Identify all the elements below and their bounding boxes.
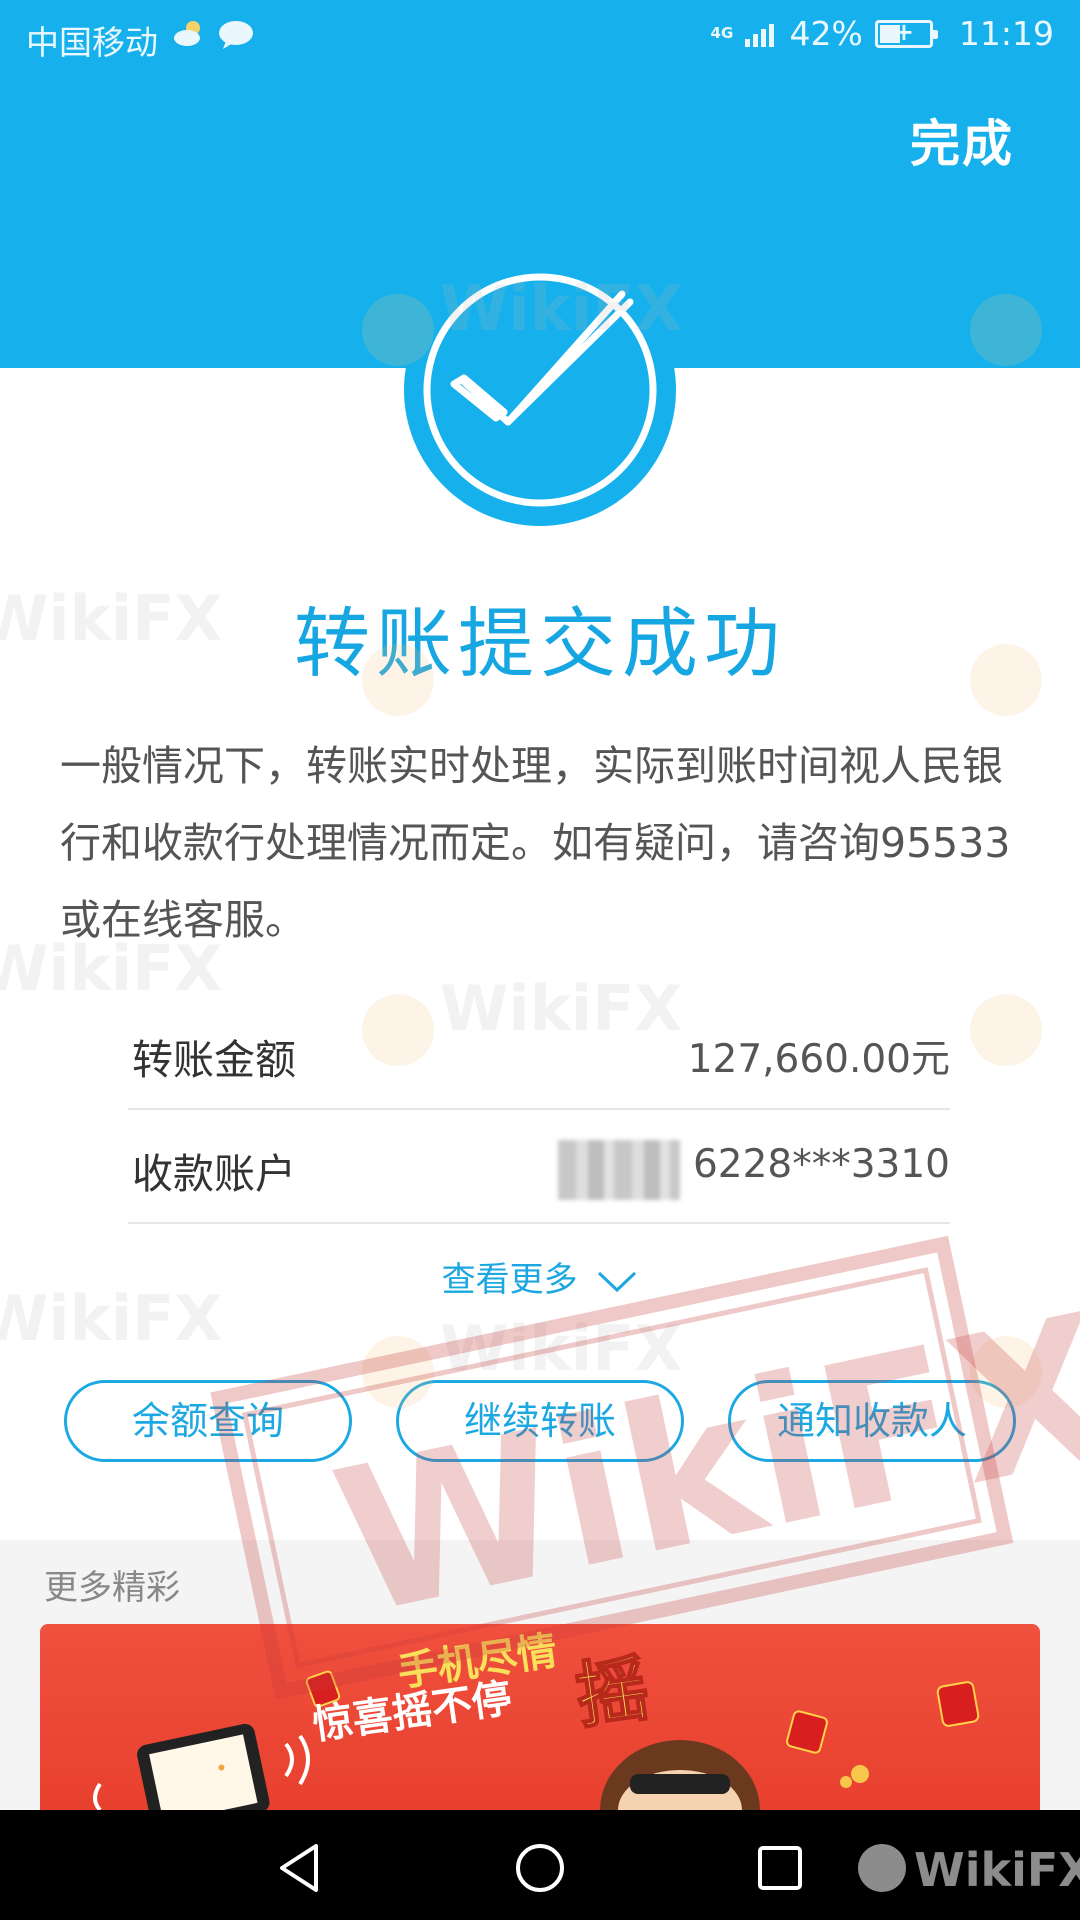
carrier-name: 中国移动 xyxy=(26,23,158,62)
back-icon[interactable] xyxy=(272,1840,328,1896)
network-type: 4G xyxy=(710,24,734,42)
more-section: 更多精彩 手机尽情 惊喜摇不停 摇 xyxy=(0,1540,1080,1810)
recent-apps-icon[interactable] xyxy=(752,1840,808,1896)
account-row: 收款账户 6228***3310 xyxy=(128,1110,950,1224)
promo-banner[interactable]: 手机尽情 惊喜摇不停 摇 xyxy=(40,1624,1040,1810)
action-buttons: 余额查询 继续转账 通知收款人 xyxy=(64,1380,1016,1462)
result-title: 转账提交成功 xyxy=(294,599,786,688)
account-value: 6228***3310 xyxy=(692,1142,950,1187)
amount-label: 转账金额 xyxy=(132,1036,296,1084)
clock: 11:19 xyxy=(958,14,1054,53)
amount-row: 转账金额 127,660.00元 xyxy=(128,996,950,1110)
svg-text:WikiFX: WikiFX xyxy=(440,1312,682,1385)
navigation-bar xyxy=(0,1810,1080,1920)
blurred-payee-name xyxy=(558,1140,680,1200)
banner-big-char: 摇 xyxy=(571,1646,654,1739)
home-icon[interactable] xyxy=(512,1840,568,1896)
view-more-link[interactable]: 查看更多 xyxy=(0,1252,1080,1301)
amount-value: 127,660.00元 xyxy=(687,1037,950,1082)
weather-icon xyxy=(174,21,200,46)
notify-payee-button[interactable]: 通知收款人 xyxy=(728,1380,1016,1462)
balance-query-button[interactable]: 余额查询 xyxy=(64,1380,352,1462)
status-bar: 中国移动 4G 42% + 11:19 xyxy=(0,0,1080,72)
battery-icon: + xyxy=(874,18,938,48)
view-more-label: 查看更多 xyxy=(441,1260,578,1300)
chat-icon xyxy=(219,21,253,49)
check-icon xyxy=(404,254,676,526)
result-description: 一般情况下，转账实时处理，实际到账时间视人民银行和收款行处理情况而定。如有疑问，… xyxy=(60,742,1011,944)
signal-icon xyxy=(744,21,774,47)
chevron-down-icon xyxy=(598,1271,637,1292)
status-indicators: 4G 42% + 11:19 xyxy=(711,14,1054,53)
battery-percent: 42% xyxy=(789,14,863,53)
more-section-title: 更多精彩 xyxy=(44,1568,180,1608)
banner-illustration: 手机尽情 惊喜摇不停 摇 xyxy=(93,1628,980,1810)
continue-transfer-button[interactable]: 继续转账 xyxy=(396,1380,684,1462)
done-button[interactable]: 完成 xyxy=(910,104,1014,176)
account-label: 收款账户 xyxy=(132,1150,296,1198)
